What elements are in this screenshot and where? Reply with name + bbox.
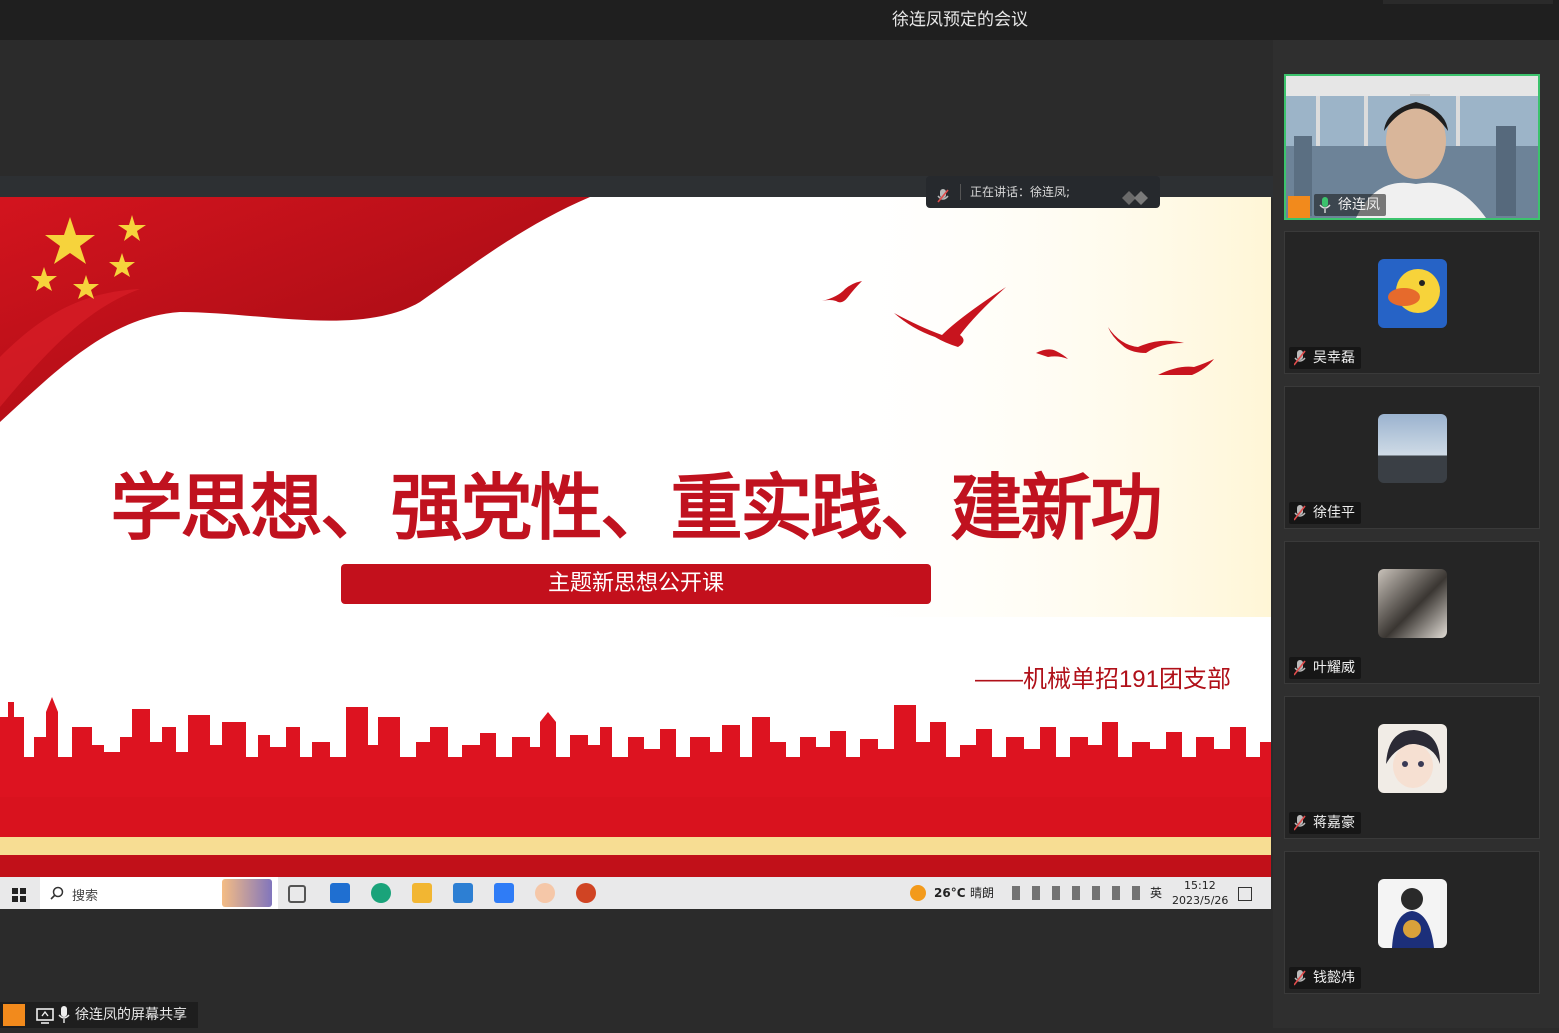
participant-name: 吴幸磊: [1313, 350, 1355, 366]
meeting-app-icon: [494, 883, 514, 903]
taskbar-date: 2023/5/26: [1172, 894, 1229, 907]
weather-icon: [910, 885, 926, 901]
task-view-icon: [288, 885, 306, 903]
mic-muted-icon: [1293, 350, 1306, 373]
host-badge-icon: [1288, 196, 1310, 218]
mic-active-icon: [1319, 197, 1331, 220]
window-controls[interactable]: [1383, 0, 1553, 4]
participant-tile[interactable]: 叶耀威: [1284, 541, 1540, 684]
avatar: [1378, 414, 1447, 483]
edge-icon: [371, 883, 391, 903]
mic-muted-icon: [1293, 505, 1306, 528]
shared-taskbar: 搜索 26°C 晴朗 英 15:12 2023/5/26: [0, 877, 1271, 909]
file-explorer-icon: [412, 883, 432, 903]
participant-tile-active[interactable]: 徐连凤: [1284, 74, 1540, 220]
window-titlebar: 徐连凤预定的会议: [0, 0, 1559, 40]
avatar: [1378, 569, 1447, 638]
participant-namebox: 蒋嘉豪: [1289, 812, 1361, 834]
screen-share-status[interactable]: 徐连凤的屏幕共享: [0, 1002, 198, 1028]
window-title: 徐连凤预定的会议: [892, 10, 1028, 30]
participant-name: 徐佳平: [1313, 505, 1355, 521]
chat-app-icon: [535, 883, 555, 903]
mic-muted-icon: [1293, 815, 1306, 838]
notification-icon: [1238, 887, 1252, 901]
avatar: [1378, 724, 1447, 793]
slide-subtitle: 主题新思想公开课: [341, 564, 931, 604]
screen-share-icon: [36, 1007, 54, 1033]
speaking-label: 正在讲话：徐连凤;: [970, 185, 1071, 199]
taskbar-search: 搜索: [40, 877, 278, 909]
participant-namebox: 钱懿炜: [1289, 967, 1361, 989]
tray-icons: [1012, 886, 1140, 900]
search-icon: [50, 885, 64, 904]
avatar: [1378, 879, 1447, 948]
participant-name: 蒋嘉豪: [1313, 815, 1355, 831]
screen-share-label: 徐连凤的屏幕共享: [75, 1007, 187, 1023]
participant-namebox: 徐连凤: [1314, 194, 1386, 216]
weather-desc: 晴朗: [970, 886, 995, 900]
ime-indicator: 英: [1150, 886, 1163, 900]
mic-icon: [58, 1006, 70, 1033]
divider: [960, 184, 961, 200]
avatar: [1378, 259, 1447, 328]
slide-headline: 学思想、强党性、重实践、建新功: [110, 465, 1162, 550]
participant-namebox: 叶耀威: [1289, 657, 1361, 679]
store-icon: [330, 883, 350, 903]
participant-name: 徐连凤: [1338, 197, 1380, 213]
presentation-slide: 学思想、强党性、重实践、建新功 主题新思想公开课 ——机械单招191团支部: [0, 197, 1271, 877]
windows-start-icon: [12, 887, 26, 906]
mail-icon: [453, 883, 473, 903]
mic-muted-icon: [1293, 970, 1306, 993]
participant-tile[interactable]: 吴幸磊: [1284, 231, 1540, 374]
mic-muted-icon: [936, 184, 950, 216]
slide-department: ——机械单招191团支部: [974, 666, 1231, 693]
drag-handle-icon[interactable]: [1122, 185, 1152, 217]
mic-muted-icon: [1293, 660, 1306, 683]
taskbar-time: 15:12: [1184, 879, 1216, 892]
participant-namebox: 徐佳平: [1289, 502, 1361, 524]
weather-temp: 26°C: [934, 886, 966, 900]
speaking-indicator[interactable]: 正在讲话：徐连凤;: [926, 176, 1160, 208]
participant-name: 钱懿炜: [1313, 970, 1355, 986]
participant-namebox: 吴幸磊: [1289, 347, 1361, 369]
search-placeholder: 搜索: [72, 889, 99, 904]
participant-tile[interactable]: 钱懿炜: [1284, 851, 1540, 994]
host-badge-icon: [3, 1004, 25, 1026]
participant-name: 叶耀威: [1313, 660, 1355, 676]
search-highlight-icon: [222, 879, 272, 907]
participant-tile[interactable]: 蒋嘉豪: [1284, 696, 1540, 839]
powerpoint-icon: [576, 883, 596, 903]
participant-tile[interactable]: 徐佳平: [1284, 386, 1540, 529]
